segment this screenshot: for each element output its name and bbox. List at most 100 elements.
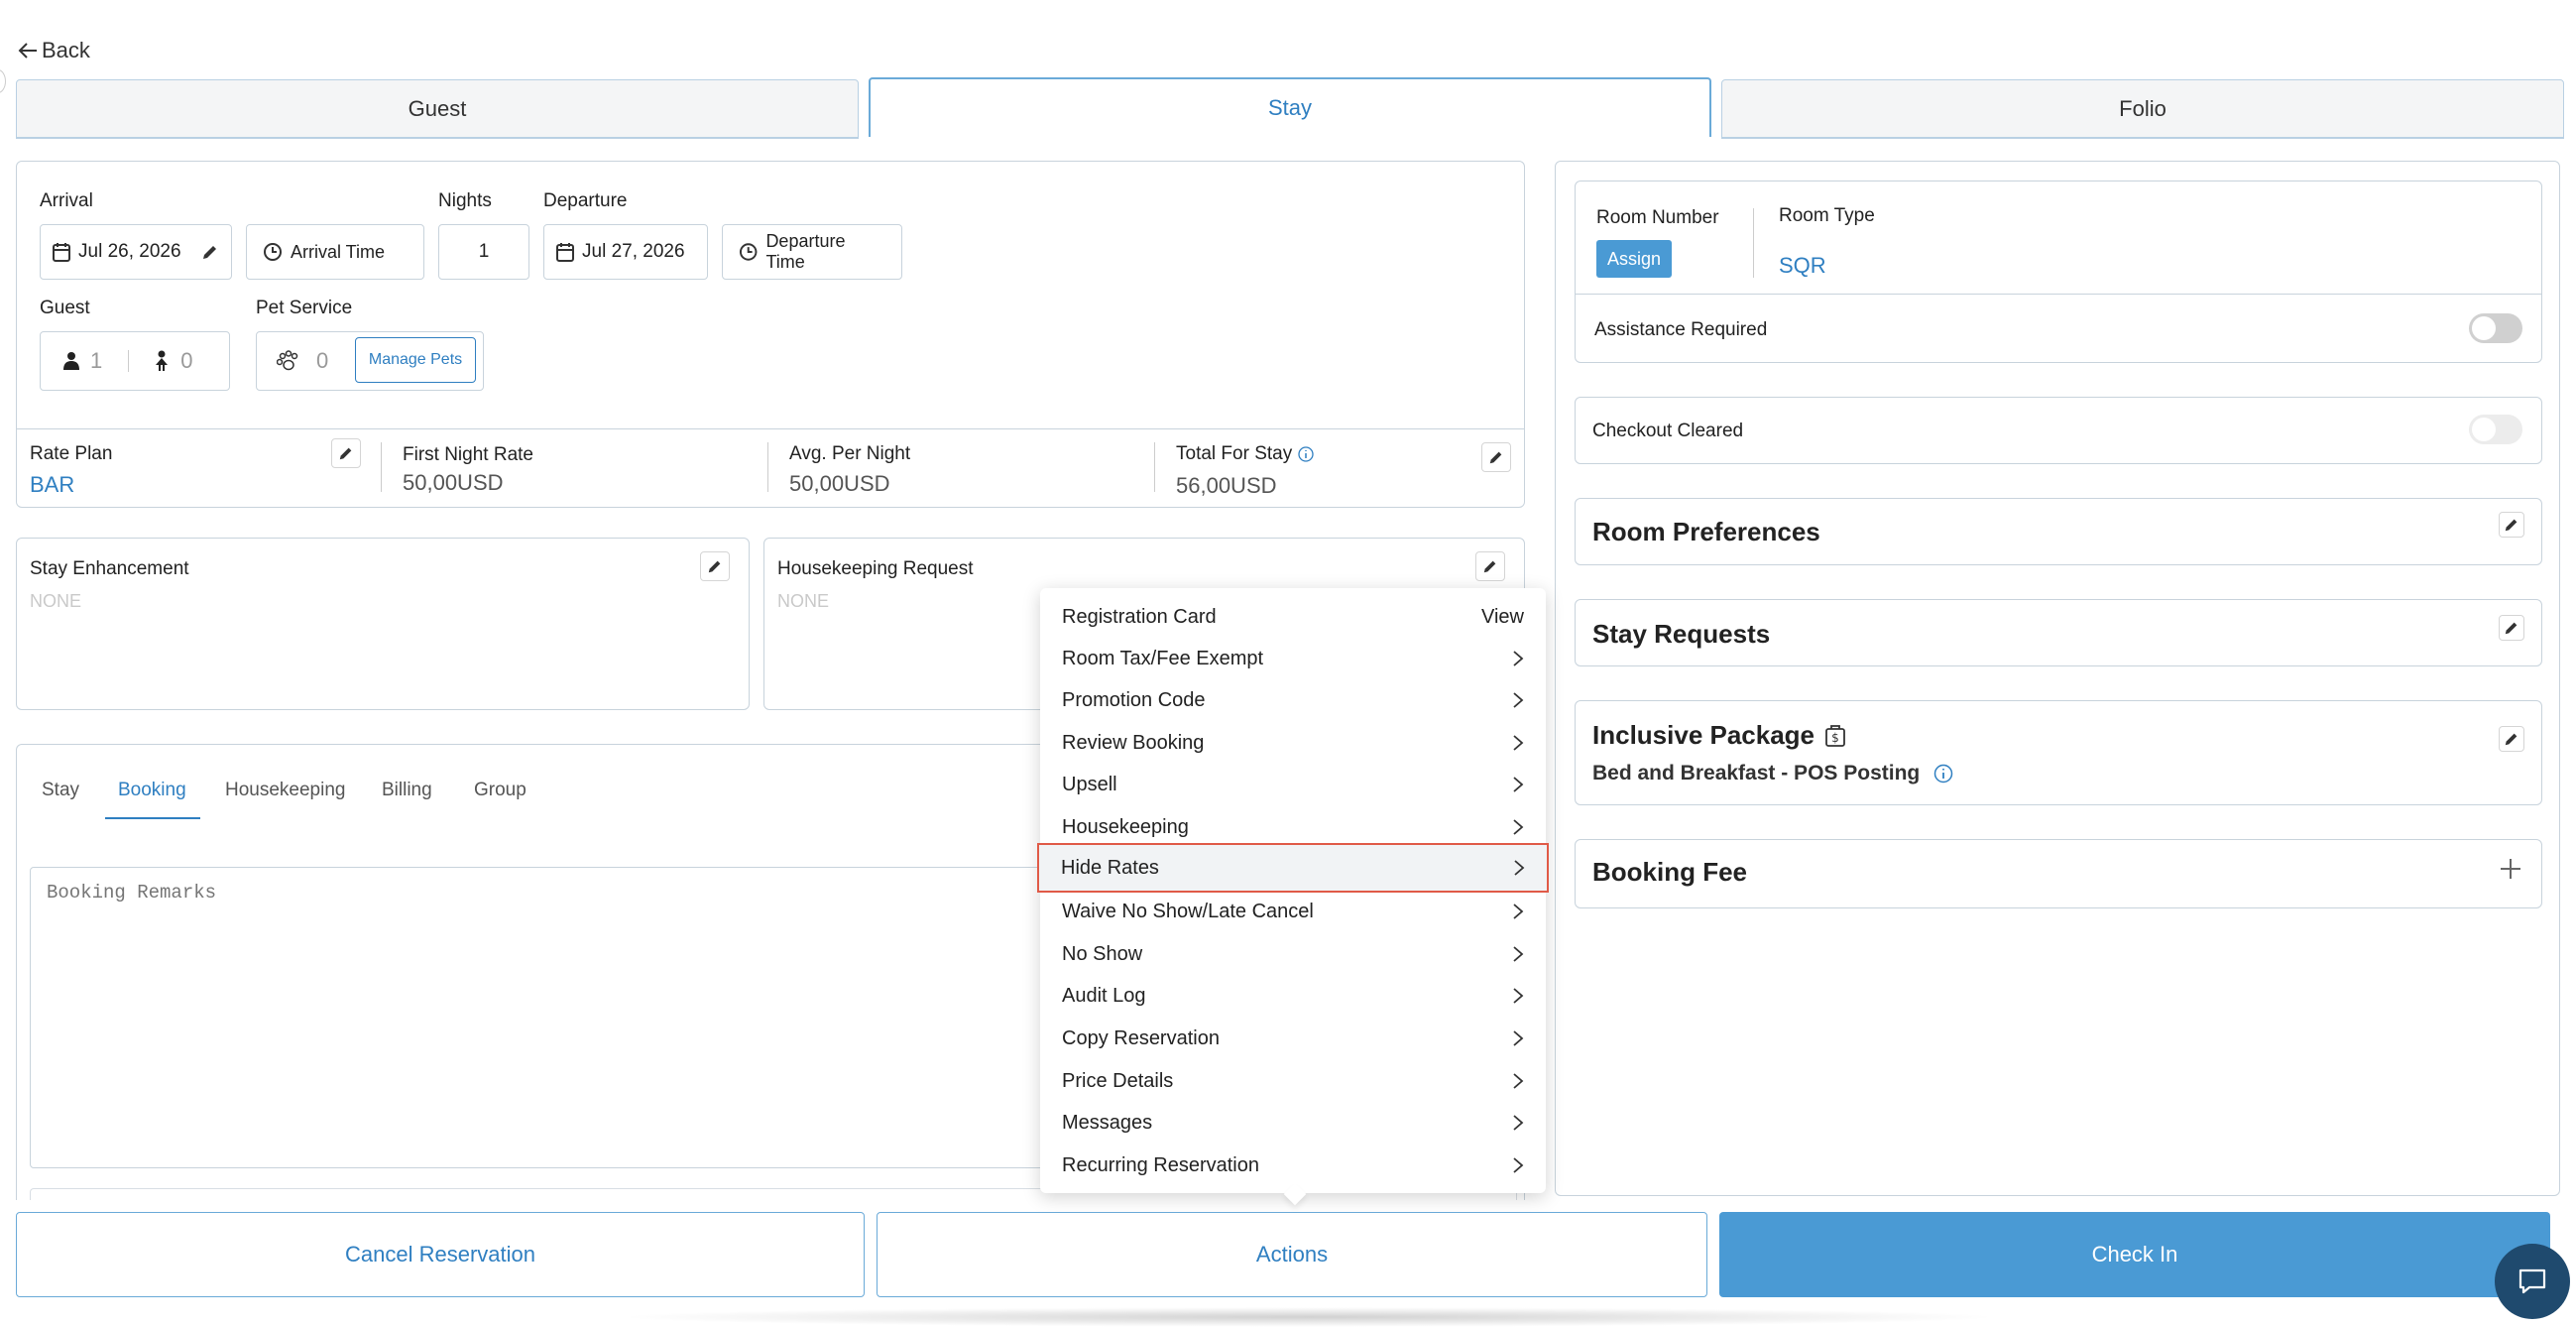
menu-item-label: Waive No Show/Late Cancel <box>1062 900 1314 922</box>
menu-item-review-booking[interactable]: Review Booking <box>1040 722 1546 764</box>
chevron-right-icon <box>1513 777 1524 792</box>
menu-item-label: Hide Rates <box>1061 856 1159 879</box>
info-icon[interactable] <box>1933 764 1953 784</box>
inclusive-package-edit-button[interactable] <box>2499 726 2524 752</box>
chevron-right-icon <box>1513 651 1524 666</box>
housekeeping-edit-button[interactable] <box>1475 551 1505 581</box>
assistance-required-toggle[interactable] <box>2469 313 2522 343</box>
subtab-housekeeping[interactable]: Housekeeping <box>225 780 345 801</box>
menu-item-label: Registration Card <box>1062 605 1217 628</box>
menu-item-hide-rates[interactable]: Hide Rates <box>1037 843 1549 893</box>
total-edit-button[interactable] <box>1481 442 1511 472</box>
manage-pets-button[interactable]: Manage Pets <box>355 337 476 383</box>
room-type-value[interactable]: SQR <box>1779 253 1826 279</box>
menu-item-room-tax-fee-exempt[interactable]: Room Tax/Fee Exempt <box>1040 638 1546 679</box>
rate-plan-value[interactable]: BAR <box>30 472 74 498</box>
pencil-icon <box>1483 560 1496 573</box>
menu-item-price-details[interactable]: Price Details <box>1040 1060 1546 1102</box>
total-stay-value: 56,00USD <box>1176 473 1277 498</box>
chevron-right-icon <box>1513 904 1524 919</box>
inclusive-package-title: Inclusive Package $ <box>1592 720 1846 751</box>
arrival-date-field[interactable]: Jul 26, 2026 <box>40 224 232 280</box>
rate-plan-edit-button[interactable] <box>331 438 361 468</box>
info-icon[interactable] <box>1298 446 1314 462</box>
cancel-reservation-label: Cancel Reservation <box>345 1242 535 1267</box>
menu-item-registration-card[interactable]: Registration Card View <box>1040 596 1546 638</box>
back-link[interactable]: Back <box>18 38 90 63</box>
booking-fee-title: Booking Fee <box>1592 857 1748 887</box>
menu-item-audit-log[interactable]: Audit Log <box>1040 975 1546 1017</box>
departure-date-value: Jul 27, 2026 <box>582 241 685 262</box>
total-stay-label: Total For Stay <box>1176 443 1314 465</box>
stay-requests-title: Stay Requests <box>1592 619 1771 649</box>
housekeeping-request-label: Housekeeping Request <box>777 558 974 579</box>
menu-item-waive-no-show[interactable]: Waive No Show/Late Cancel <box>1040 891 1546 932</box>
menu-item-label: Recurring Reservation <box>1062 1153 1259 1176</box>
checkout-cleared-toggle[interactable] <box>2469 415 2522 444</box>
menu-item-recurring-reservation[interactable]: Recurring Reservation <box>1040 1145 1546 1186</box>
departure-time-field[interactable]: Departure Time <box>722 224 902 280</box>
tab-folio[interactable]: Folio <box>1721 79 2564 139</box>
children-value: 0 <box>180 348 193 373</box>
pets-value: 0 <box>316 348 329 373</box>
vertical-divider <box>1154 442 1155 492</box>
chevron-right-icon <box>1513 1030 1524 1046</box>
nights-input[interactable]: 1 <box>438 224 529 280</box>
room-number-label: Room Number <box>1596 207 1719 228</box>
check-in-button[interactable]: Check In <box>1719 1212 2550 1297</box>
subtab-booking[interactable]: Booking <box>118 780 186 801</box>
assistance-required-label: Assistance Required <box>1594 319 1768 340</box>
clock-icon <box>264 243 282 261</box>
menu-item-promotion-code[interactable]: Promotion Code <box>1040 679 1546 721</box>
menu-item-label: Price Details <box>1062 1069 1174 1092</box>
edge-fragment <box>0 69 6 93</box>
menu-item-copy-reservation[interactable]: Copy Reservation <box>1040 1018 1546 1059</box>
paw-icon <box>277 350 298 371</box>
menu-item-view-link[interactable]: View <box>1481 606 1524 629</box>
menu-item-label: Room Tax/Fee Exempt <box>1062 647 1264 669</box>
departure-date-field[interactable]: Jul 27, 2026 <box>543 224 708 280</box>
cancel-reservation-button[interactable]: Cancel Reservation <box>16 1212 865 1297</box>
divider <box>128 350 130 372</box>
menu-item-messages[interactable]: Messages <box>1040 1102 1546 1144</box>
departure-label: Departure <box>543 190 628 211</box>
menu-item-housekeeping[interactable]: Housekeeping <box>1040 806 1546 848</box>
menu-item-no-show[interactable]: No Show <box>1040 933 1546 975</box>
adults-value: 1 <box>90 348 103 373</box>
arrival-time-label: Arrival Time <box>291 241 386 262</box>
stay-enhancement-edit-button[interactable] <box>700 551 730 581</box>
chevron-right-icon <box>1513 692 1524 708</box>
pencil-icon[interactable] <box>201 243 219 261</box>
menu-item-upsell[interactable]: Upsell <box>1040 764 1546 805</box>
tab-guest[interactable]: Guest <box>16 79 859 139</box>
check-in-label: Check In <box>2091 1242 2178 1267</box>
actions-label: Actions <box>1255 1242 1329 1267</box>
guest-label: Guest <box>40 298 90 318</box>
chevron-right-icon <box>1513 1115 1524 1131</box>
bottom-shadow <box>615 1307 2003 1327</box>
card-divider <box>1575 294 2542 295</box>
room-preferences-edit-button[interactable] <box>2499 512 2524 538</box>
first-night-label: First Night Rate <box>403 444 533 465</box>
pencil-icon <box>1489 451 1502 464</box>
assign-button[interactable]: Assign <box>1596 240 1672 278</box>
tab-stay[interactable]: Stay <box>869 77 1711 137</box>
plus-icon[interactable] <box>2499 857 2522 881</box>
guest-count-field[interactable]: 1 0 <box>40 331 230 391</box>
subtab-billing[interactable]: Billing <box>382 780 432 801</box>
subtab-group[interactable]: Group <box>474 780 527 801</box>
subtab-stay[interactable]: Stay <box>42 780 79 801</box>
back-label: Back <box>42 38 90 62</box>
arrival-time-field[interactable]: Arrival Time <box>246 224 424 280</box>
pencil-icon <box>2505 733 2517 746</box>
toggle-knob <box>2472 316 2496 340</box>
room-type-label: Room Type <box>1779 205 1875 226</box>
tab-guest-label: Guest <box>408 95 467 121</box>
actions-button[interactable]: Actions <box>877 1212 1707 1297</box>
stay-requests-edit-button[interactable] <box>2499 615 2524 641</box>
chat-button[interactable] <box>2495 1244 2570 1319</box>
arrival-label: Arrival <box>40 190 93 211</box>
avg-night-label: Avg. Per Night <box>789 443 911 464</box>
clock-icon <box>739 243 758 261</box>
nights-label: Nights <box>438 190 492 211</box>
